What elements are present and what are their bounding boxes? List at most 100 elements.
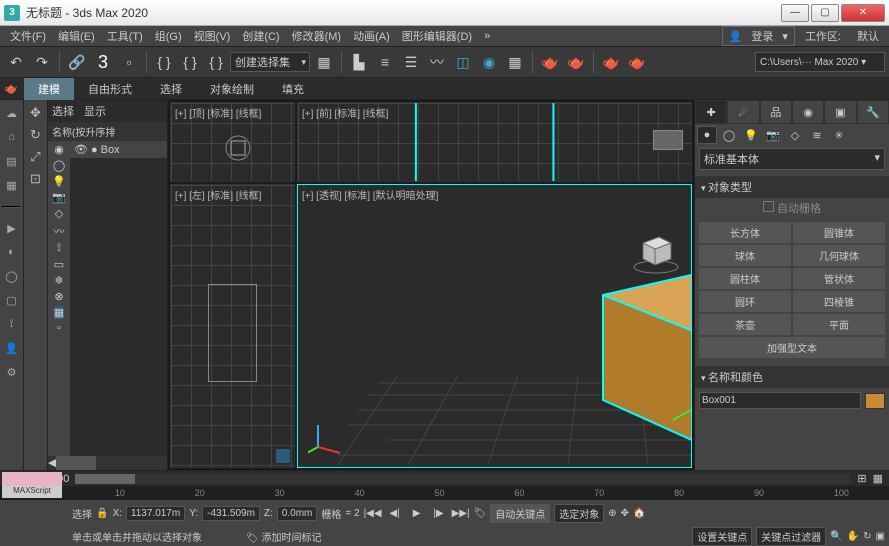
menu-more[interactable]: »: [478, 30, 496, 42]
render-prod[interactable]: 🫖: [599, 50, 623, 74]
tag-icon[interactable]: 🏷: [474, 508, 487, 519]
maximize-button[interactable]: ▢: [811, 4, 839, 22]
snap-icon[interactable]: ⊡: [27, 170, 45, 188]
visibility-icon[interactable]: 👁: [74, 143, 88, 156]
se-cam[interactable]: 📷: [52, 191, 66, 204]
coord-z[interactable]: 0.0mm: [277, 506, 318, 521]
ribbon-tab-select[interactable]: 选择: [146, 78, 196, 100]
rotate-icon[interactable]: ↻: [27, 126, 45, 144]
scene-item-box[interactable]: 👁 ● Box: [70, 141, 167, 158]
menu-tools[interactable]: 工具(T): [101, 28, 149, 44]
render-setup[interactable]: 🫖: [538, 50, 562, 74]
schematic[interactable]: ◫: [451, 50, 475, 74]
se-cont[interactable]: ▭: [54, 258, 64, 271]
autogrid-checkbox[interactable]: [763, 201, 774, 212]
render-frame[interactable]: 🫖: [564, 50, 588, 74]
move-icon[interactable]: ✥: [27, 104, 45, 122]
ribbon-tab-fill[interactable]: 填充: [268, 78, 318, 100]
se-shape[interactable]: ◯: [53, 159, 65, 172]
workspace-value[interactable]: 默认: [851, 28, 885, 44]
scene-scrollbar[interactable]: ◀: [48, 456, 167, 470]
menu-graph[interactable]: 图形编辑器(D): [396, 28, 478, 44]
link-button[interactable]: 🔗: [65, 50, 89, 74]
viewport-left[interactable]: [+] [左] [标准] [线框]: [170, 184, 295, 468]
cmd-tab-hierarchy[interactable]: 品: [760, 100, 792, 124]
menu-group[interactable]: 组(G): [149, 28, 188, 44]
se-bone[interactable]: ⟟: [57, 242, 61, 255]
maxscript-listener[interactable]: MAXScript: [2, 472, 62, 498]
prop-icon[interactable]: ⚙: [3, 363, 21, 381]
category-dropdown[interactable]: 标准基本体: [699, 148, 885, 170]
filter-a[interactable]: { }: [178, 50, 202, 74]
mirror-button[interactable]: ▙: [347, 50, 371, 74]
se-none[interactable]: ▫: [57, 322, 61, 334]
prev-frame[interactable]: ◀|: [386, 504, 404, 522]
menu-file[interactable]: 文件(F): [4, 28, 52, 44]
rollout-name-color[interactable]: 名称和颜色: [695, 366, 889, 388]
se-geom[interactable]: ◉: [54, 143, 64, 156]
square-icon[interactable]: ▢: [3, 291, 21, 309]
nav-orbit[interactable]: ↻: [863, 531, 871, 542]
menu-create[interactable]: 创建(C): [236, 28, 285, 44]
viewport-left-label[interactable]: [+] [左] [标准] [线框]: [175, 187, 261, 202]
viewport-top-label[interactable]: [+] [顶] [标准] [线框]: [175, 105, 261, 120]
btn-tube[interactable]: 管状体: [793, 268, 885, 289]
align-button[interactable]: ≡: [373, 50, 397, 74]
scene-tab-display[interactable]: 显示: [84, 103, 106, 119]
render-iter[interactable]: 🫖: [625, 50, 649, 74]
se-hidden[interactable]: ⊗: [54, 290, 63, 303]
lock-icon[interactable]: 🔒: [96, 508, 108, 519]
viewport-front-label[interactable]: [+] [前] [标准] [线框]: [302, 105, 388, 120]
nav-zoom[interactable]: 🔍: [830, 531, 842, 542]
subobj-button[interactable]: ▫: [117, 50, 141, 74]
tl-b[interactable]: ⊞: [857, 472, 866, 485]
se-all[interactable]: ▦: [54, 306, 64, 319]
btn-cone[interactable]: 圆锥体: [793, 222, 885, 243]
cmd-tab-modify[interactable]: ☄: [727, 100, 759, 124]
curve-ed[interactable]: 〰: [425, 50, 449, 74]
bone-icon[interactable]: ⟟: [3, 315, 21, 333]
circle-icon[interactable]: ◯: [3, 267, 21, 285]
vp-left-max[interactable]: [276, 449, 290, 463]
undo-button[interactable]: ↶: [4, 50, 28, 74]
light-icon[interactable]: ◐: [3, 243, 21, 261]
ribbon-tab-objpaint[interactable]: 对象绘制: [196, 78, 268, 100]
btn-teapot[interactable]: 茶壶: [699, 314, 791, 335]
filter-all[interactable]: { }: [152, 50, 176, 74]
btn-sphere[interactable]: 球体: [699, 245, 791, 266]
filter-b[interactable]: { }: [204, 50, 228, 74]
btn-pyramid[interactable]: 四棱锥: [793, 291, 885, 312]
minimize-button[interactable]: —: [781, 4, 809, 22]
nav-c[interactable]: 🏠: [633, 508, 645, 519]
close-button[interactable]: ✕: [841, 4, 885, 22]
nav-pan[interactable]: ✋: [847, 531, 859, 542]
menu-edit[interactable]: 编辑(E): [52, 28, 101, 44]
viewport-persp-label[interactable]: [+] [透视] [标准] [默认明暗处理]: [302, 187, 438, 202]
nav-b[interactable]: ✥: [621, 508, 629, 519]
se-light[interactable]: 💡: [52, 175, 66, 188]
autokey-button[interactable]: 自动关键点: [490, 504, 550, 523]
viewcube[interactable]: [631, 225, 681, 275]
btn-geosphere[interactable]: 几何球体: [793, 245, 885, 266]
cmd-tab-utilities[interactable]: 🔧: [857, 100, 889, 124]
sub-shapes[interactable]: ◯: [719, 126, 739, 144]
se-helper[interactable]: ◇: [55, 207, 63, 220]
se-space[interactable]: 〰: [54, 223, 65, 239]
time-ruler[interactable]: 01020 304050 607080 90100: [0, 486, 889, 500]
ribbon-tab-freeform[interactable]: 自由形式: [74, 78, 146, 100]
tb-a[interactable]: ▦: [312, 50, 336, 74]
cmd-tab-create[interactable]: ✚: [695, 100, 727, 124]
scale-icon[interactable]: ⤢: [27, 148, 45, 166]
scene-name-header[interactable]: 名称(按升序排: [48, 122, 167, 141]
sub-systems[interactable]: ✳: [829, 126, 849, 144]
mat-ed[interactable]: ◉: [477, 50, 501, 74]
next-frame[interactable]: |▶: [430, 504, 448, 522]
sub-helpers[interactable]: ◇: [785, 126, 805, 144]
object-name-input[interactable]: [699, 392, 861, 409]
nav-a[interactable]: ⊕: [608, 508, 616, 519]
viewport-top[interactable]: [+] [顶] [标准] [线框]: [170, 102, 295, 182]
goto-start[interactable]: |◀◀: [364, 504, 382, 522]
se-frozen[interactable]: ❄: [54, 274, 63, 287]
list-icon[interactable]: ▤: [3, 152, 21, 170]
redo-button[interactable]: ↷: [30, 50, 54, 74]
